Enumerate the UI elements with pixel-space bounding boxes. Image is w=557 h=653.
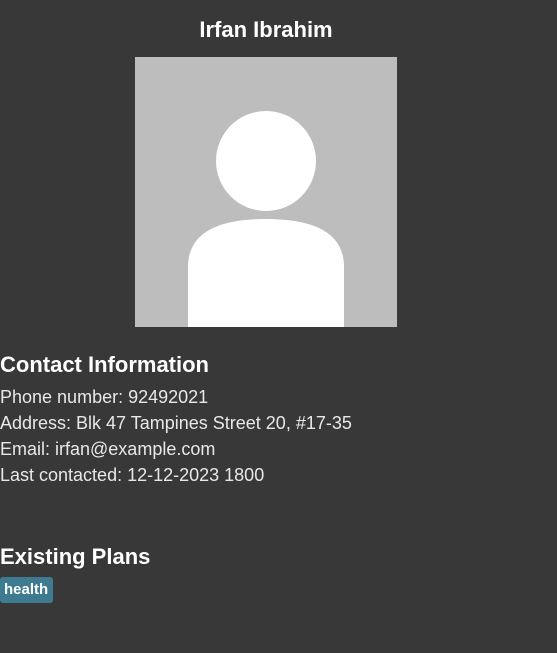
- person-name: Irfan Ibrahim: [199, 17, 333, 42]
- address: Address: Blk 47 Tampines Street 20, #17-…: [0, 413, 352, 433]
- avatar: [135, 57, 397, 327]
- plan-tag-health: health: [0, 577, 54, 603]
- phone-number: Phone number: 92492021: [0, 387, 209, 407]
- plan-tags: health: [0, 577, 54, 603]
- email: Email: irfan@example.com: [0, 439, 216, 459]
- last-contacted: Last contacted: 12-12-2023 1800: [0, 465, 265, 485]
- person-silhouette-icon: [188, 111, 344, 327]
- contact-information-heading: Contact Information: [0, 352, 209, 377]
- contact-details: Phone number: 92492021 Address: Blk 47 T…: [0, 384, 352, 488]
- existing-plans-heading: Existing Plans: [0, 544, 151, 569]
